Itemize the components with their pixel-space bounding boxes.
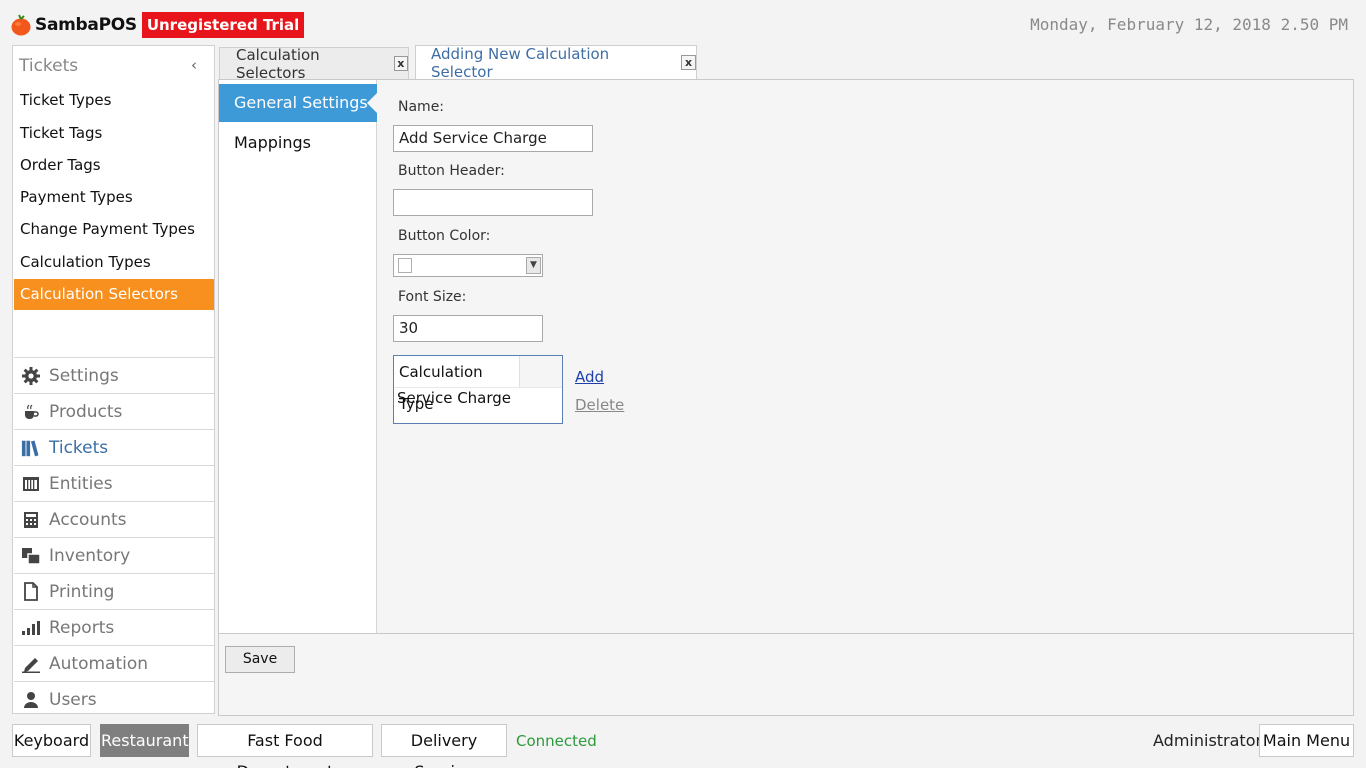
nav-entities[interactable]: Entities <box>14 465 214 501</box>
tab-adding-new-calculation-selector[interactable]: Adding New Calculation Selector x <box>415 44 697 81</box>
delivery-service-button[interactable]: Delivery Service <box>381 724 507 768</box>
sidebar-item-calculation-types[interactable]: Calculation Types <box>14 247 214 278</box>
nav-inventory[interactable]: Inventory <box>14 537 214 573</box>
grid-column-header[interactable]: Calculation Type <box>394 356 520 413</box>
nav-users[interactable]: Users <box>14 681 214 717</box>
nav-label: Users <box>49 689 97 710</box>
delete-link[interactable]: Delete <box>575 396 624 414</box>
close-icon[interactable]: x <box>393 56 408 71</box>
sidebar: Tickets ‹ Ticket Types Ticket Tags Order… <box>12 45 215 714</box>
app-logo: SambaPOS Unregistered Trial <box>10 11 305 39</box>
pencil-icon <box>21 654 41 674</box>
editor-footer: Save <box>219 633 1353 715</box>
nav-label: Products <box>49 401 123 422</box>
books-icon <box>21 438 41 458</box>
nav-printing[interactable]: Printing <box>14 573 214 609</box>
sidebar-title: Tickets <box>19 56 79 76</box>
app-name: SambaPOS <box>35 15 137 35</box>
fast-food-department-button[interactable]: Fast Food Department <box>197 724 373 768</box>
color-swatch <box>398 258 412 273</box>
boxes-icon <box>21 546 41 566</box>
button-header-label: Button Header: <box>398 163 505 179</box>
nav-label: Entities <box>49 473 113 494</box>
sidebar-item-calculation-selectors[interactable]: Calculation Selectors <box>14 279 214 310</box>
nav-reports[interactable]: Reports <box>14 609 214 645</box>
tomato-logo-icon <box>11 14 31 36</box>
table-grid-icon <box>21 474 41 494</box>
tab-label: Calculation Selectors <box>236 45 320 82</box>
bar-chart-icon <box>21 618 41 638</box>
close-icon[interactable]: x <box>681 55 696 70</box>
editor-panel: General Settings Mappings Name: Add Serv… <box>218 79 1354 716</box>
font-size-input[interactable]: 30 <box>393 315 543 342</box>
font-size-label: Font Size: <box>398 289 467 305</box>
selection-arrow <box>367 93 377 113</box>
sidebar-item-order-tags[interactable]: Order Tags <box>14 150 214 181</box>
chevron-left-icon[interactable]: ‹ <box>191 56 197 74</box>
nav-label: Settings <box>49 365 119 386</box>
nav-tickets[interactable]: Tickets <box>14 429 214 465</box>
grid-header-filler <box>520 356 562 388</box>
coffee-cup-icon <box>21 402 41 422</box>
calculation-types-grid[interactable]: Calculation Type Service Charge <box>393 355 563 424</box>
user-icon <box>21 690 41 710</box>
trial-badge: Unregistered Trial <box>141 12 305 38</box>
datetime-display: Monday, February 12, 2018 2.50 PM <box>1030 15 1348 34</box>
sidebar-item-change-payment-types[interactable]: Change Payment Types <box>14 214 214 245</box>
sidebar-item-payment-types[interactable]: Payment Types <box>14 182 214 213</box>
nav-label: Printing <box>49 581 115 602</box>
tab-label: Adding New Calculation Selector <box>431 44 610 81</box>
sidebar-item-ticket-types[interactable]: Ticket Types <box>14 85 214 116</box>
sidebar-item-ticket-tags[interactable]: Ticket Tags <box>14 118 214 149</box>
button-header-input[interactable] <box>393 189 593 216</box>
restaurant-button[interactable]: Restaurant <box>100 724 189 757</box>
grid-row[interactable]: Service Charge <box>397 389 511 407</box>
add-link[interactable]: Add <box>575 368 604 386</box>
button-color-label: Button Color: <box>398 228 491 244</box>
nav-settings[interactable]: Settings <box>14 357 214 393</box>
nav-label: Accounts <box>49 509 127 530</box>
document-icon <box>21 582 41 602</box>
nav-label: Automation <box>49 653 149 674</box>
settings-nav: General Settings Mappings <box>219 80 377 633</box>
main-menu-button[interactable]: Main Menu <box>1259 724 1354 757</box>
settings-nav-mappings[interactable]: Mappings <box>234 133 311 152</box>
nav-accounts[interactable]: Accounts <box>14 501 214 537</box>
keyboard-button[interactable]: Keyboard <box>12 724 91 757</box>
chevron-down-icon[interactable]: ▼ <box>526 257 541 274</box>
nav-products[interactable]: Products <box>14 393 214 429</box>
connection-status: Connected <box>516 732 597 750</box>
calculator-icon <box>21 510 41 530</box>
nav-label: Inventory <box>49 545 131 566</box>
save-button[interactable]: Save <box>225 646 295 673</box>
tab-calculation-selectors[interactable]: Calculation Selectors x <box>219 45 409 82</box>
nav-label: Reports <box>49 617 115 638</box>
name-label: Name: <box>398 99 445 115</box>
nav-label: Tickets <box>49 437 109 458</box>
nav-automation[interactable]: Automation <box>14 645 214 681</box>
name-input[interactable]: Add Service Charge <box>393 125 593 152</box>
settings-nav-general[interactable]: General Settings <box>219 84 377 122</box>
gear-icon <box>21 366 41 386</box>
button-color-select[interactable]: ▼ <box>393 254 543 277</box>
current-user: Administrator <box>1153 731 1263 750</box>
